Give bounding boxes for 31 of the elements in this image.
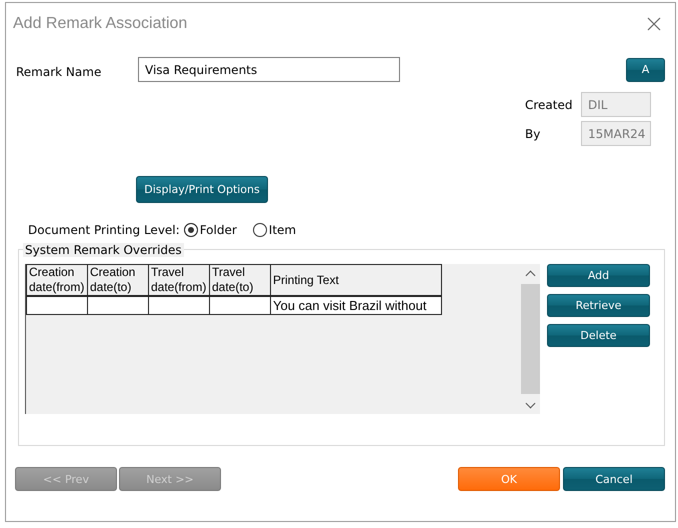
action-button[interactable]: Delete [547, 324, 650, 347]
action-button[interactable]: Add [547, 264, 650, 287]
table-cell[interactable] [26, 296, 88, 314]
column-header: Creation date(to) [88, 264, 148, 296]
column-header: Travel date(from) [148, 264, 210, 296]
group-title: System Remark Overrides [23, 243, 184, 257]
table-cell[interactable] [210, 296, 270, 314]
remark-name-field[interactable]: Visa Requirements [138, 57, 400, 82]
printing-level-label: Document Printing Level: [28, 223, 180, 237]
radio-label[interactable]: Item [268, 223, 296, 237]
field-label: Created [525, 98, 574, 112]
action-button[interactable]: Retrieve [547, 294, 650, 317]
column-header: Travel date(to) [210, 264, 270, 296]
column-header: Printing Text [270, 264, 442, 296]
field-label: By [525, 126, 542, 140]
read-only-field: DIL [581, 92, 651, 117]
radio-button[interactable] [184, 223, 198, 237]
remark-name-label: Remark Name [16, 64, 102, 78]
display-print-options-button[interactable]: Display/Print Options [136, 176, 268, 203]
radio-label[interactable]: Folder [200, 223, 237, 237]
a-button[interactable]: A [626, 58, 665, 82]
footer-button[interactable]: Cancel [563, 467, 665, 491]
read-only-field: 15MAR24 [581, 121, 651, 146]
close-icon[interactable] [647, 17, 661, 31]
table-cell[interactable] [148, 296, 210, 314]
table-cell[interactable]: You can visit Brazil without [270, 296, 442, 314]
table-cell[interactable] [88, 296, 148, 314]
radio-button[interactable] [252, 223, 267, 237]
column-header: Creation date(from) [26, 264, 88, 296]
scroll-thumb[interactable] [521, 284, 540, 394]
window-title: Add Remark Association [13, 15, 188, 33]
